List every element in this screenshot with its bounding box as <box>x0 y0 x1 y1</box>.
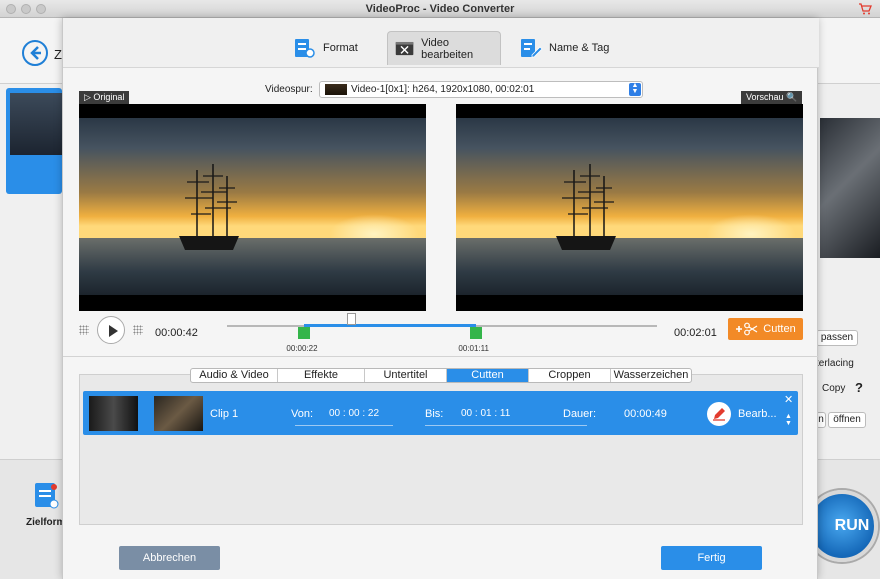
end-marker-time: 00:01:11 <box>458 344 489 353</box>
vorschau-label-text: Vorschau <box>746 92 784 102</box>
playhead-handle[interactable] <box>346 313 356 325</box>
original-video-frame <box>79 118 426 295</box>
clip-thumbnail-start <box>89 396 138 431</box>
vorschau-video-panel <box>456 104 803 311</box>
back-arrow-icon[interactable] <box>22 40 48 66</box>
von-underline <box>295 425 393 426</box>
subtab-cutten[interactable]: Cutten <box>447 369 529 382</box>
tab-format[interactable]: Format <box>287 31 364 65</box>
chevron-updown-icon: ▲ ▼ <box>629 82 641 96</box>
end-marker-handle[interactable] <box>470 327 483 339</box>
tab-name-tag-label: Name & Tag <box>549 42 610 54</box>
edit-label[interactable]: Bearb... <box>738 408 777 420</box>
background-preview-thumbnail <box>820 118 880 258</box>
window-title: VideoProc - Video Converter <box>365 3 515 15</box>
format-icon <box>295 39 315 58</box>
video-edit-icon <box>395 41 414 55</box>
reorder-arrows-icon[interactable]: ▲ ▼ <box>785 413 792 427</box>
play-icon <box>109 325 118 337</box>
abbrechen-button[interactable]: Abbrechen <box>119 546 220 570</box>
videospur-label: Videospur: <box>265 84 313 95</box>
tab-name-tag[interactable]: Name & Tag <box>513 31 615 65</box>
background-video-thumbnail <box>10 93 62 155</box>
clip-name: Clip 1 <box>210 408 239 420</box>
bis-label: Bis: <box>425 408 444 420</box>
ship-image <box>179 164 239 250</box>
cart-icon[interactable] <box>858 3 872 15</box>
videospur-select[interactable]: Video-1[0x1]: h264, 1920x1080, 00:02:01 … <box>319 81 643 98</box>
background-zielformat-label: Zielform <box>26 517 66 528</box>
background-interlacing-label: terlacing <box>816 358 854 369</box>
videospur-thumbnail <box>325 84 347 95</box>
original-video-panel <box>79 104 426 311</box>
dialog-tab-bar: Format Video bearbeiten Name & Tag <box>63 18 819 68</box>
timeline-selection <box>304 324 477 327</box>
window-titlebar: VideoProc - Video Converter <box>0 0 880 18</box>
tab-format-label: Format <box>323 42 358 54</box>
vorschau-video-frame <box>456 118 803 295</box>
divider <box>63 356 819 357</box>
clip-thumbnail-end <box>154 396 203 431</box>
subtab-croppen[interactable]: Croppen <box>529 369 611 382</box>
close-icon[interactable]: ✕ <box>784 393 793 406</box>
pencil-icon <box>713 408 725 421</box>
drag-grip-icon <box>79 325 89 335</box>
edit-button[interactable] <box>707 402 731 426</box>
drag-grip-icon <box>133 325 143 335</box>
play-button[interactable] <box>97 316 125 344</box>
ship-image <box>556 164 616 250</box>
clip-row[interactable]: Clip 1 Von: 00 : 00 : 22 Bis: 00 : 01 : … <box>83 391 798 435</box>
tab-video-bearbeiten-label: Video bearbeiten <box>421 36 474 61</box>
subtab-audio-video[interactable]: Audio & Video <box>191 369 278 382</box>
dauer-label: Dauer: <box>563 408 597 420</box>
subtab-untertitel[interactable]: Untertitel <box>365 369 447 382</box>
start-marker-time: 00:00:22 <box>286 344 318 353</box>
background-oeffnen-button[interactable]: öffnen <box>828 412 866 428</box>
background-anpassen-button[interactable]: passen <box>816 330 858 346</box>
scissors-icon <box>736 322 758 336</box>
current-time: 00:00:42 <box>155 327 198 339</box>
background-header-text: Z <box>54 47 62 62</box>
von-time-field[interactable]: 00 : 00 : 22 <box>329 408 379 419</box>
original-label-text: Original <box>93 92 125 102</box>
von-label: Von: <box>291 408 314 420</box>
tab-video-bearbeiten[interactable]: Video bearbeiten <box>387 31 501 65</box>
edit-subtabs: Audio & Video Effekte Untertitel Cutten … <box>190 368 692 383</box>
dauer-value: 00:00:49 <box>624 408 667 420</box>
bis-time-field[interactable]: 00 : 01 : 11 <box>461 408 510 419</box>
videospur-value: Video-1[0x1]: h264, 1920x1080, 00:02:01 <box>351 84 535 95</box>
help-icon[interactable]: ? <box>855 380 863 395</box>
fertig-button[interactable]: Fertig <box>661 546 762 570</box>
video-edit-dialog: Format Video bearbeiten Name & Tag Video… <box>62 18 819 579</box>
bis-underline <box>425 425 587 426</box>
subtab-wasserzeichen[interactable]: Wasserzeichen <box>611 369 691 382</box>
start-marker-handle[interactable] <box>298 327 311 339</box>
vorschau-label: Vorschau 🔍 <box>741 91 803 104</box>
name-tag-icon <box>521 39 543 58</box>
total-time: 00:02:01 <box>674 327 717 339</box>
cutten-button[interactable]: Cutten <box>728 318 803 340</box>
target-format-icon[interactable] <box>34 481 60 511</box>
subtab-effekte[interactable]: Effekte <box>278 369 365 382</box>
original-label: ▷ Original <box>79 91 130 104</box>
cutten-button-label: Cutten <box>763 323 796 335</box>
background-copy-label: Copy <box>822 383 846 394</box>
